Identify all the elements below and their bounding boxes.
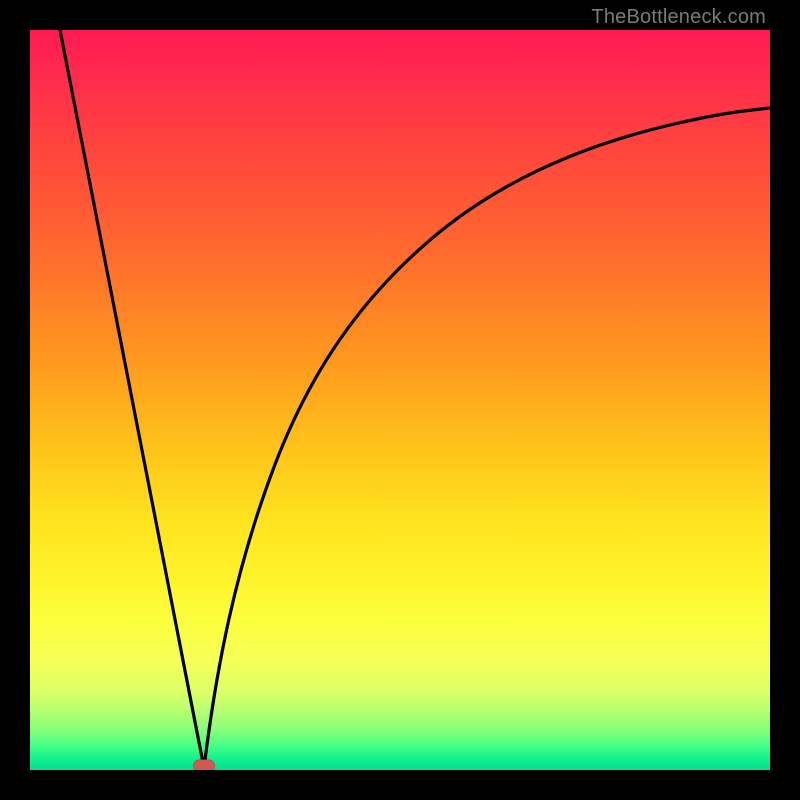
- curve-left-segment: [60, 30, 204, 768]
- curve-layer: [30, 30, 770, 770]
- chart-frame: TheBottleneck.com: [0, 0, 800, 800]
- curve-right-segment: [204, 108, 770, 768]
- minimum-marker: [193, 760, 215, 771]
- watermark-text: TheBottleneck.com: [591, 6, 766, 29]
- plot-area: [30, 30, 770, 770]
